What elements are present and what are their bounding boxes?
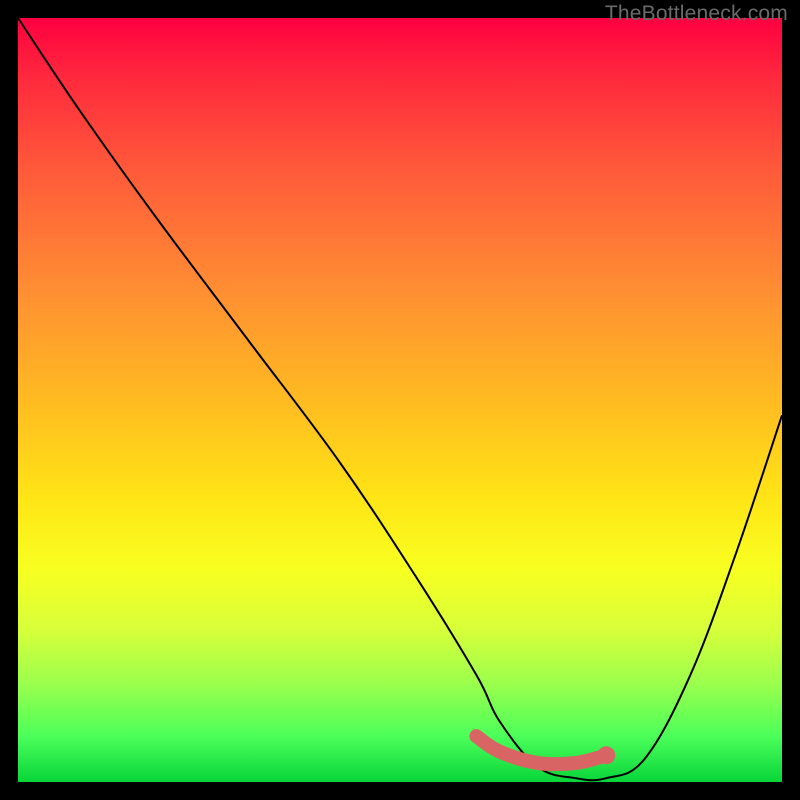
plot-svg (18, 18, 782, 782)
chart-stage: TheBottleneck.com (0, 0, 800, 800)
plot-area (18, 18, 782, 782)
sweet-spot-end-dot (597, 746, 615, 764)
watermark-text: TheBottleneck.com (605, 2, 788, 26)
bottleneck-curve (18, 18, 782, 780)
sweet-spot-segment (476, 736, 606, 764)
